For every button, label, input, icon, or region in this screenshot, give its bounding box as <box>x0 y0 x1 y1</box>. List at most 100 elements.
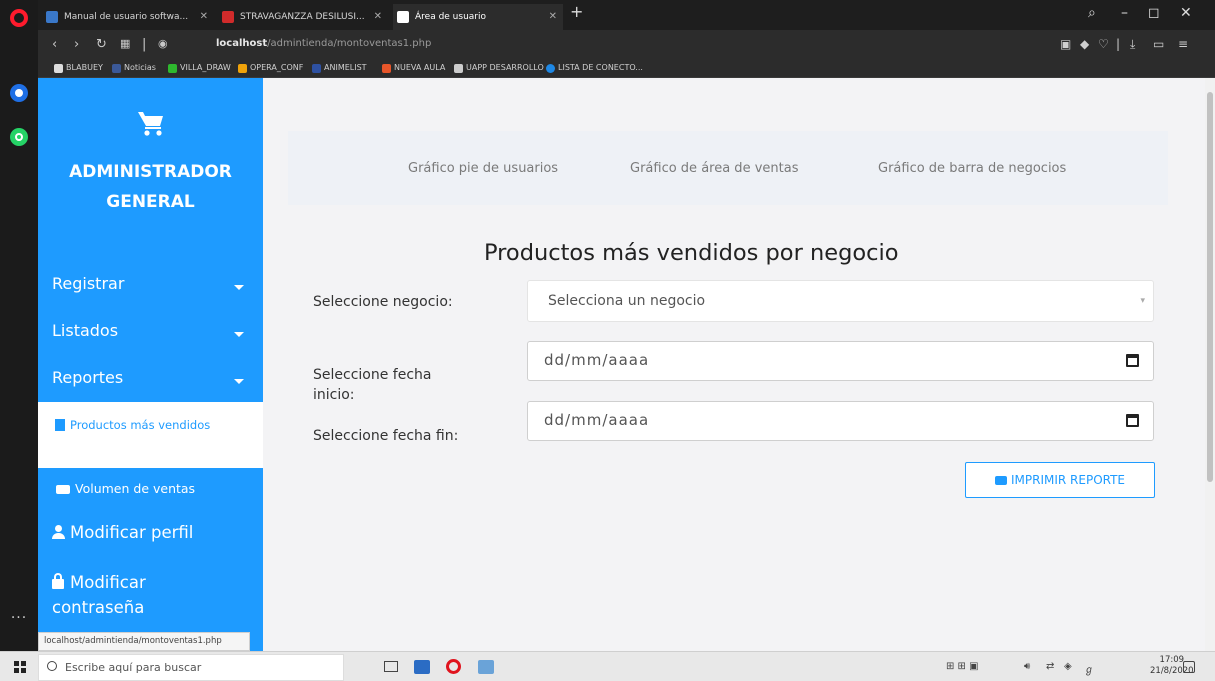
windows-start-icon[interactable] <box>14 661 26 673</box>
opera-app-icon[interactable] <box>446 659 461 674</box>
sidebar-item-modificar-perfil[interactable]: Modificar perfil <box>52 520 193 545</box>
business-select-value: Selecciona un negocio <box>548 293 706 309</box>
shield-icon[interactable]: ◈ <box>1064 661 1072 672</box>
language-icon[interactable]: ℊ <box>1084 661 1094 676</box>
sidebar-item-label: Modificar perfil <box>70 523 194 542</box>
chevron-down-icon[interactable] <box>234 332 244 337</box>
separator-icon: | <box>142 37 147 52</box>
chevron-down-icon[interactable] <box>234 379 244 384</box>
page-title: Productos más vendidos por negocio <box>484 240 899 266</box>
sidebar-title: ADMINISTRADOR GENERAL <box>38 157 263 217</box>
sidebar-item-listados[interactable]: Listados <box>52 321 118 340</box>
back-icon[interactable]: ‹ <box>52 37 57 52</box>
messenger-icon[interactable] <box>10 84 28 102</box>
chevron-down-icon: ▾ <box>1140 296 1145 306</box>
tray-icons[interactable]: ⊞ ⊞ ▣ <box>946 661 979 672</box>
app-icon[interactable] <box>478 660 494 674</box>
start-date-label-line1: Seleccione fecha <box>313 367 432 383</box>
taskbar-search-input[interactable]: Escribe aquí para buscar <box>38 654 344 681</box>
bookmark-item[interactable]: VILLA_DRAW <box>168 63 231 73</box>
print-report-button[interactable]: IMPRIMIR REPORTE <box>965 462 1155 498</box>
bookmark-item[interactable]: OPERA_CONF <box>238 63 303 73</box>
opera-logo-icon[interactable] <box>10 9 28 27</box>
whatsapp-icon[interactable] <box>10 128 28 146</box>
link-status-url: localhost/admintienda/montoventas1.php <box>38 632 250 651</box>
speed-dial-icon[interactable]: ▦ <box>120 37 130 50</box>
bookmark-label: ANIMELIST <box>324 63 367 72</box>
start-date-placeholder: dd/mm/aaaa <box>544 351 650 369</box>
page-scrollbar[interactable] <box>1205 78 1215 651</box>
easy-setup-icon[interactable]: ≡ <box>1178 37 1188 51</box>
calendar-icon[interactable] <box>1126 414 1139 427</box>
search-tabs-icon[interactable]: ⌕ <box>1088 5 1096 21</box>
browser-tab-active[interactable]: Área de usuario ✕ <box>393 4 563 30</box>
volume-icon[interactable]: 🔊︎ <box>1024 661 1030 672</box>
close-window-icon[interactable]: ✕ <box>1180 5 1192 21</box>
browser-tab[interactable]: Manual de usuario softwa... ✕ <box>42 4 214 30</box>
site-info-icon[interactable]: ◉ <box>158 37 168 50</box>
bookmark-item[interactable]: ANIMELIST <box>312 63 367 73</box>
calendar-icon[interactable] <box>1126 354 1139 367</box>
bookmark-icon <box>382 64 391 73</box>
bookmark-item[interactable]: LISTA DE CONECTO... <box>546 63 643 73</box>
notifications-icon[interactable] <box>1183 661 1195 673</box>
windows-taskbar: Escribe aquí para buscar ⊞ ⊞ ▣ 🔊︎ ⇄ ◈ ℊ … <box>0 651 1215 681</box>
sidebar-subitem-volumen-de-ventas[interactable]: Volumen de ventas <box>56 481 195 496</box>
start-date-label-line2: inicio: <box>313 387 355 403</box>
vpn-icon[interactable]: ◆ <box>1080 37 1089 51</box>
opera-sidebar: ··· <box>0 0 38 651</box>
word-app-icon[interactable] <box>414 660 430 674</box>
task-view-icon[interactable] <box>384 661 398 672</box>
admin-sidebar: ADMINISTRADOR GENERAL Registrar Listados… <box>38 78 263 651</box>
bookmark-icon <box>312 64 321 73</box>
scrollbar-thumb[interactable] <box>1207 92 1213 482</box>
heart-icon[interactable]: ♡ <box>1098 37 1109 51</box>
tab-close-icon[interactable]: ✕ <box>200 4 208 30</box>
maximize-icon[interactable]: ◻ <box>1148 5 1160 21</box>
more-icon[interactable]: ··· <box>9 610 29 626</box>
url-field[interactable]: localhost/admintienda/montoventas1.php <box>216 38 431 49</box>
new-tab-icon[interactable]: + <box>570 2 583 21</box>
minimize-icon[interactable]: – <box>1121 5 1128 21</box>
unlock-icon <box>52 573 64 589</box>
url-path: /admintienda/montoventas1.php <box>267 38 432 49</box>
start-date-input[interactable]: dd/mm/aaaa <box>527 341 1154 381</box>
end-date-input[interactable]: dd/mm/aaaa <box>527 401 1154 441</box>
sidebar-item-modificar-contrasena[interactable]: Modificar contraseña <box>52 570 146 620</box>
bookmark-label: VILLA_DRAW <box>180 63 231 72</box>
sidebar-title-line1: ADMINISTRADOR <box>69 162 232 182</box>
nav-link-grafico-pie[interactable]: Gráfico pie de usuarios <box>408 161 558 176</box>
sidebar-subitem-productos-mas-vendidos[interactable]: Productos más vendidos <box>38 402 263 468</box>
page-viewport: ADMINISTRADOR GENERAL Registrar Listados… <box>38 78 1215 651</box>
sidebar-item-registrar[interactable]: Registrar <box>52 274 124 293</box>
tab-close-icon[interactable]: ✕ <box>374 4 382 30</box>
tab-favicon-icon <box>397 11 409 23</box>
reload-icon[interactable]: ↻ <box>96 37 107 52</box>
nav-link-grafico-area[interactable]: Gráfico de área de ventas <box>630 161 798 176</box>
bookmark-item[interactable]: BLABUEY <box>54 63 103 73</box>
nav-link-grafico-barra[interactable]: Gráfico de barra de negocios <box>878 161 1066 176</box>
sidebar-subitem-label: Productos más vendidos <box>70 418 211 432</box>
snapshot-icon[interactable]: ▣ <box>1060 37 1071 51</box>
start-date-label: Seleccione fecha inicio: <box>313 365 431 405</box>
search-icon <box>47 661 57 671</box>
bookmark-item[interactable]: UAPP DESARROLLO <box>454 63 544 73</box>
sidebar-item-label: Registrar <box>52 274 125 293</box>
business-label: Seleccione negocio: <box>313 294 453 310</box>
browser-tab[interactable]: STRAVAGANZZA DESILUSI... ✕ <box>218 4 388 30</box>
chevron-down-icon[interactable] <box>234 285 244 290</box>
bookmark-icon <box>168 64 177 73</box>
business-select[interactable]: Selecciona un negocio ▾ <box>527 280 1154 322</box>
printer-icon <box>994 476 1007 485</box>
tab-close-icon[interactable]: ✕ <box>549 4 557 30</box>
tab-favicon-icon <box>46 11 58 23</box>
sidebar-item-reportes[interactable]: Reportes <box>52 368 123 387</box>
battery-icon[interactable]: ▭ <box>1153 37 1164 51</box>
forward-icon[interactable]: › <box>74 37 79 52</box>
bookmark-item[interactable]: NUEVA AULA <box>382 63 445 73</box>
tab-title: Manual de usuario softwa... <box>64 12 189 22</box>
table-icon <box>55 419 65 431</box>
network-icon[interactable]: ⇄ <box>1046 661 1054 672</box>
bookmark-item[interactable]: Noticias <box>112 63 156 73</box>
download-icon[interactable]: ⤓ <box>1130 37 1135 52</box>
